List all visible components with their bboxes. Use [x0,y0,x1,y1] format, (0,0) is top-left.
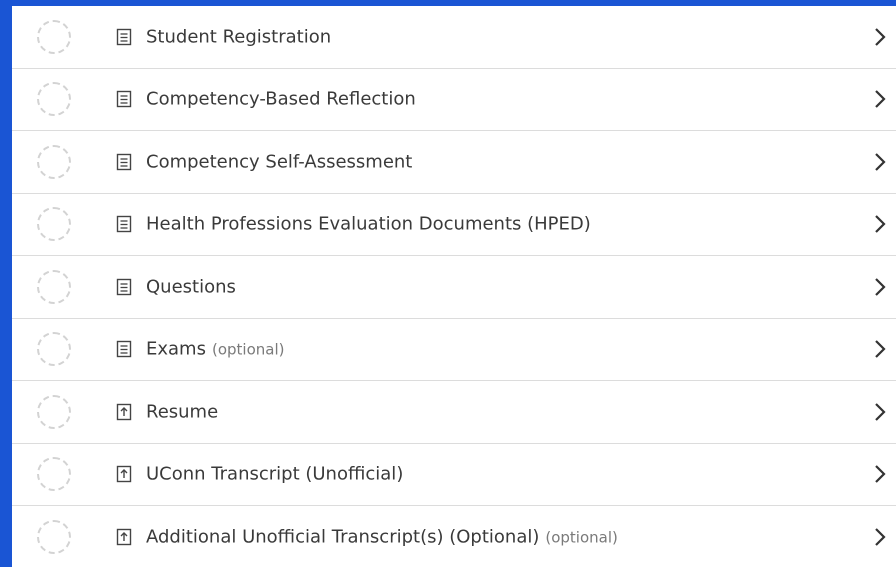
item-label: Student Registration [146,26,332,48]
optional-tag: (optional) [211,340,285,359]
upload-icon [116,528,132,545]
item-label: Health Professions Evaluation Documents … [146,213,591,235]
chevron-right-icon [875,402,886,421]
list-item-uconn-transcript[interactable]: UConn Transcript (Unofficial) [12,444,896,506]
upload-icon [116,403,132,420]
chevron-right-icon [875,465,886,484]
status-circle-icon [37,82,71,117]
item-label: Additional Unofficial Transcript(s) (Opt… [146,526,618,548]
item-label: UConn Transcript (Unofficial) [146,463,404,485]
chevron-right-icon [875,90,886,109]
list-item-exams[interactable]: Exams (optional) [12,319,896,381]
list-item-hped[interactable]: Health Professions Evaluation Documents … [12,194,896,256]
item-label: Questions [146,276,236,298]
document-icon [116,341,132,358]
item-label: Resume [146,401,219,423]
document-icon [116,28,132,45]
document-icon [116,91,132,108]
item-label: Exams (optional) [146,338,285,360]
status-circle-icon [37,19,71,54]
upload-icon [116,466,132,483]
list-item-additional-transcripts[interactable]: Additional Unofficial Transcript(s) (Opt… [12,506,896,567]
list-item-resume[interactable]: Resume [12,381,896,444]
status-circle-icon [37,144,71,179]
document-icon [116,153,132,170]
status-circle-icon [37,269,71,304]
status-circle-icon [37,394,71,429]
document-icon [116,216,132,233]
chevron-right-icon [875,527,886,546]
list-item-student-registration[interactable]: Student Registration [12,6,896,69]
document-icon [116,278,132,295]
optional-tag: (optional) [545,528,618,547]
list-item-competency-based-reflection[interactable]: Competency-Based Reflection [12,69,896,131]
item-label: Competency-Based Reflection [146,88,416,110]
item-label: Competency Self-Assessment [146,151,413,173]
list-item-questions[interactable]: Questions [12,256,896,319]
requirements-list: Student Registration Competency-Based Re… [12,6,896,567]
chevron-right-icon [875,152,886,171]
chevron-right-icon [875,340,886,359]
status-circle-icon [37,457,71,492]
status-circle-icon [37,519,71,554]
status-circle-icon [37,207,71,242]
chevron-right-icon [875,277,886,296]
status-circle-icon [37,332,71,367]
chevron-right-icon [875,215,886,234]
list-item-competency-self-assessment[interactable]: Competency Self-Assessment [12,131,896,194]
chevron-right-icon [875,27,886,46]
